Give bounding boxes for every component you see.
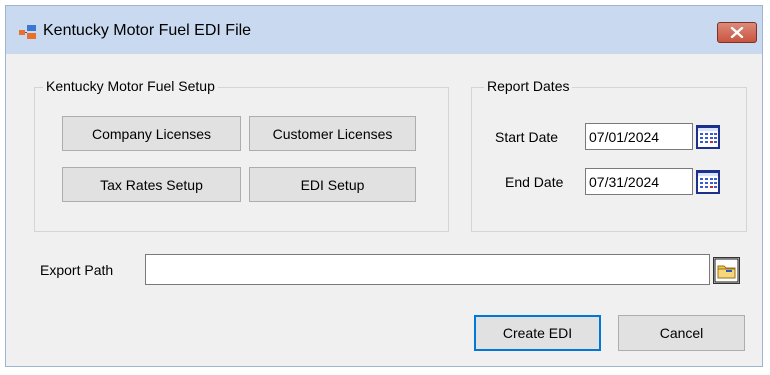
company-licenses-button[interactable]: Company Licenses	[62, 116, 241, 151]
start-date-field[interactable]: 07/01/2024	[585, 123, 693, 150]
calendar-icon[interactable]	[695, 169, 721, 195]
end-date-field[interactable]: 07/31/2024	[585, 168, 693, 195]
dialog-window: Kentucky Motor Fuel EDI File Kentucky Mo…	[5, 5, 763, 367]
app-icon	[19, 25, 36, 39]
export-path-label: Export Path	[40, 262, 114, 278]
close-icon	[730, 27, 744, 38]
title-bar[interactable]: Kentucky Motor Fuel EDI File	[6, 6, 762, 54]
end-date-label: End Date	[505, 174, 564, 190]
start-date-label: Start Date	[495, 129, 559, 145]
export-path-field[interactable]	[145, 254, 710, 285]
report-dates-legend: Report Dates	[484, 78, 573, 94]
window-title: Kentucky Motor Fuel EDI File	[43, 22, 252, 39]
customer-licenses-button[interactable]: Customer Licenses	[249, 116, 416, 151]
folder-icon[interactable]	[713, 257, 740, 284]
create-edi-button[interactable]: Create EDI	[474, 315, 601, 351]
setup-group: Kentucky Motor Fuel Setup	[34, 78, 449, 232]
close-button[interactable]	[717, 22, 757, 43]
tax-rates-setup-button[interactable]: Tax Rates Setup	[62, 167, 241, 202]
setup-group-legend: Kentucky Motor Fuel Setup	[43, 78, 218, 94]
edi-setup-button[interactable]: EDI Setup	[249, 167, 416, 202]
report-dates-group: Report Dates	[471, 78, 747, 232]
calendar-icon[interactable]	[695, 124, 721, 150]
cancel-button[interactable]: Cancel	[618, 315, 745, 351]
